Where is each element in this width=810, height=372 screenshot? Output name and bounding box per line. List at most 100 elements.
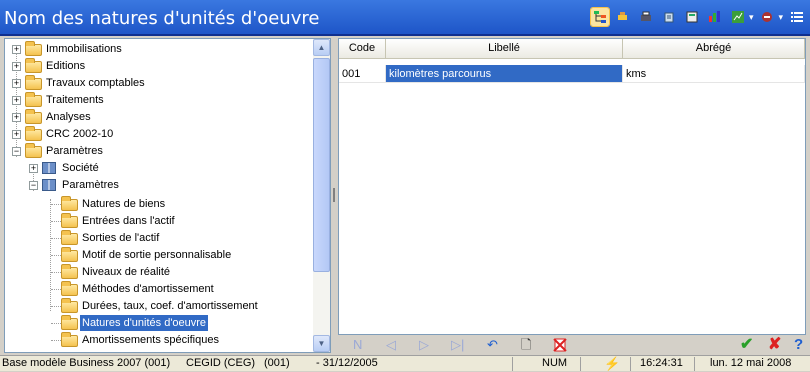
folder-icon xyxy=(61,230,78,245)
column-header-code[interactable]: Code xyxy=(339,39,386,59)
column-header-libelle[interactable]: Libellé xyxy=(386,39,623,59)
expand-icon[interactable]: + xyxy=(12,45,21,54)
tree-structure-icon[interactable] xyxy=(589,7,610,27)
folder-icon xyxy=(25,41,42,56)
folder-icon xyxy=(61,332,78,347)
tree-item-immobilisations[interactable]: + Immobilisations xyxy=(5,41,315,57)
pane-splitter[interactable] xyxy=(332,38,337,353)
calculator-icon[interactable] xyxy=(683,8,701,26)
book-icon xyxy=(42,179,56,191)
next-record-icon[interactable]: ▷ xyxy=(419,336,429,353)
column-header-abrege[interactable]: Abrégé xyxy=(623,39,805,59)
data-grid[interactable]: Code Libellé Abrégé 001 kilomètres parco… xyxy=(338,38,806,335)
new-record-icon[interactable]: 🗋 xyxy=(521,336,531,353)
scroll-down-icon[interactable]: ▼ xyxy=(313,335,330,352)
title-bar: Nom des natures d'unités d'oeuvre ▾ ▾ xyxy=(0,0,810,36)
scroll-up-icon[interactable]: ▲ xyxy=(313,39,330,56)
tree-item-label: Paramètres xyxy=(46,145,103,157)
validate-icon[interactable]: ✔ xyxy=(740,336,753,353)
folder-icon xyxy=(61,264,78,279)
tree-item-label: Traitements xyxy=(46,94,104,106)
expand-icon[interactable]: + xyxy=(12,96,21,105)
tree-item-travaux-comptables[interactable]: + Travaux comptables xyxy=(5,75,315,91)
cell-code[interactable]: 001 xyxy=(339,65,386,83)
tree-item-parametres-sub[interactable]: − Paramètres xyxy=(5,177,315,193)
tree-item-traitements[interactable]: + Traitements xyxy=(5,92,315,108)
status-separator xyxy=(512,357,513,371)
undo-icon[interactable]: ↶ xyxy=(487,336,498,353)
pin-icon[interactable] xyxy=(614,8,632,26)
tree-scrollbar[interactable]: ▲ ▼ xyxy=(313,39,330,352)
folder-icon xyxy=(25,92,42,107)
splitter-grip xyxy=(333,188,335,202)
columns-icon[interactable] xyxy=(706,8,724,26)
tree-connector xyxy=(51,340,61,341)
tree-item-amortissements-specifiques[interactable]: Amortissements spécifiques xyxy=(5,332,315,348)
status-separator xyxy=(630,357,631,371)
collapse-icon[interactable]: − xyxy=(12,147,21,156)
previous-record-icon[interactable]: ◁ xyxy=(386,336,396,353)
status-numlock: NUM xyxy=(542,357,568,369)
table-row[interactable]: 001 kilomètres parcourus kms xyxy=(339,65,805,83)
cell-libelle[interactable]: kilomètres parcourus xyxy=(386,65,623,83)
lightning-icon: ⚡ xyxy=(604,356,621,371)
tree-item-crc-2002-10[interactable]: + CRC 2002-10 xyxy=(5,126,315,142)
tree-item-label: Natures d'unités d'oeuvre xyxy=(80,315,209,331)
tree-connector xyxy=(51,289,61,290)
list-icon[interactable] xyxy=(788,8,806,26)
tree-item-parametres[interactable]: − Paramètres xyxy=(5,143,315,159)
printer-icon[interactable] xyxy=(637,8,655,26)
folder-icon xyxy=(61,315,78,330)
scroll-thumb[interactable] xyxy=(313,58,330,272)
tree-item-label: Méthodes d'amortissement xyxy=(82,283,214,295)
tree-item-analyses[interactable]: + Analyses xyxy=(5,109,315,125)
tree-item-label: Niveaux de réalité xyxy=(82,266,171,278)
tree-connector xyxy=(51,323,61,324)
tree-item-methodes-amortissement[interactable]: Méthodes d'amortissement xyxy=(5,281,315,297)
tree-item-label: CRC 2002-10 xyxy=(46,128,114,140)
tree-item-editions[interactable]: + Editions xyxy=(5,58,315,74)
status-separator xyxy=(694,357,695,371)
toolbar: ▾ ▾ xyxy=(589,7,806,27)
tree-item-label: Natures de biens xyxy=(82,198,166,210)
book-icon xyxy=(42,162,56,174)
cell-abrege[interactable]: kms xyxy=(623,65,805,83)
chart-icon[interactable] xyxy=(729,8,747,26)
tree-item-natures-de-biens[interactable]: Natures de biens xyxy=(5,196,315,212)
collapse-icon[interactable]: − xyxy=(29,181,38,190)
tree-item-label: Immobilisations xyxy=(46,43,122,55)
tools-dropdown-icon[interactable]: ▾ xyxy=(778,12,783,23)
expand-icon[interactable]: + xyxy=(12,130,21,139)
tree-item-durees-taux[interactable]: Durées, taux, coef. d'amortissement xyxy=(5,298,315,314)
folder-icon xyxy=(61,196,78,211)
cancel-icon[interactable]: ✘ xyxy=(768,336,781,353)
last-record-icon[interactable]: ▷| xyxy=(451,336,464,353)
tree-item-label: Motif de sortie personnalisable xyxy=(82,249,232,261)
status-code: (001) xyxy=(264,357,290,369)
tree-item-sorties-actif[interactable]: Sorties de l'actif xyxy=(5,230,315,246)
tree-item-societe[interactable]: + Société xyxy=(5,160,315,176)
tools-icon[interactable] xyxy=(758,8,776,26)
tree-item-label: Sorties de l'actif xyxy=(82,232,160,244)
tree-item-label: Durées, taux, coef. d'amortissement xyxy=(82,300,258,312)
tree-item-label: Société xyxy=(62,162,99,174)
export-icon[interactable] xyxy=(660,8,678,26)
help-icon[interactable]: ? xyxy=(794,336,803,353)
expand-icon[interactable]: + xyxy=(12,113,21,122)
status-company: CEGID (CEG) xyxy=(186,357,256,369)
expand-icon[interactable]: + xyxy=(12,62,21,71)
tree-item-entrees-actif[interactable]: Entrées dans l'actif xyxy=(5,213,315,229)
tree-connector xyxy=(51,238,61,239)
first-record-icon[interactable]: N xyxy=(353,336,362,353)
expand-icon[interactable]: + xyxy=(29,164,38,173)
navigation-tree[interactable]: + Immobilisations + Editions + Travaux c… xyxy=(4,38,331,353)
delete-record-icon[interactable] xyxy=(553,336,567,356)
tree-connector xyxy=(51,255,61,256)
tree-item-niveaux-realite[interactable]: Niveaux de réalité xyxy=(5,264,315,280)
tree-item-motif-sortie[interactable]: Motif de sortie personnalisable xyxy=(5,247,315,263)
tree-item-label: Amortissements spécifiques xyxy=(82,334,219,346)
status-database: Base modèle Business 2007 (001) xyxy=(2,357,171,369)
expand-icon[interactable]: + xyxy=(12,79,21,88)
chart-dropdown-icon[interactable]: ▾ xyxy=(749,12,754,23)
tree-item-natures-unites-oeuvre[interactable]: Natures d'unités d'oeuvre xyxy=(5,315,315,331)
